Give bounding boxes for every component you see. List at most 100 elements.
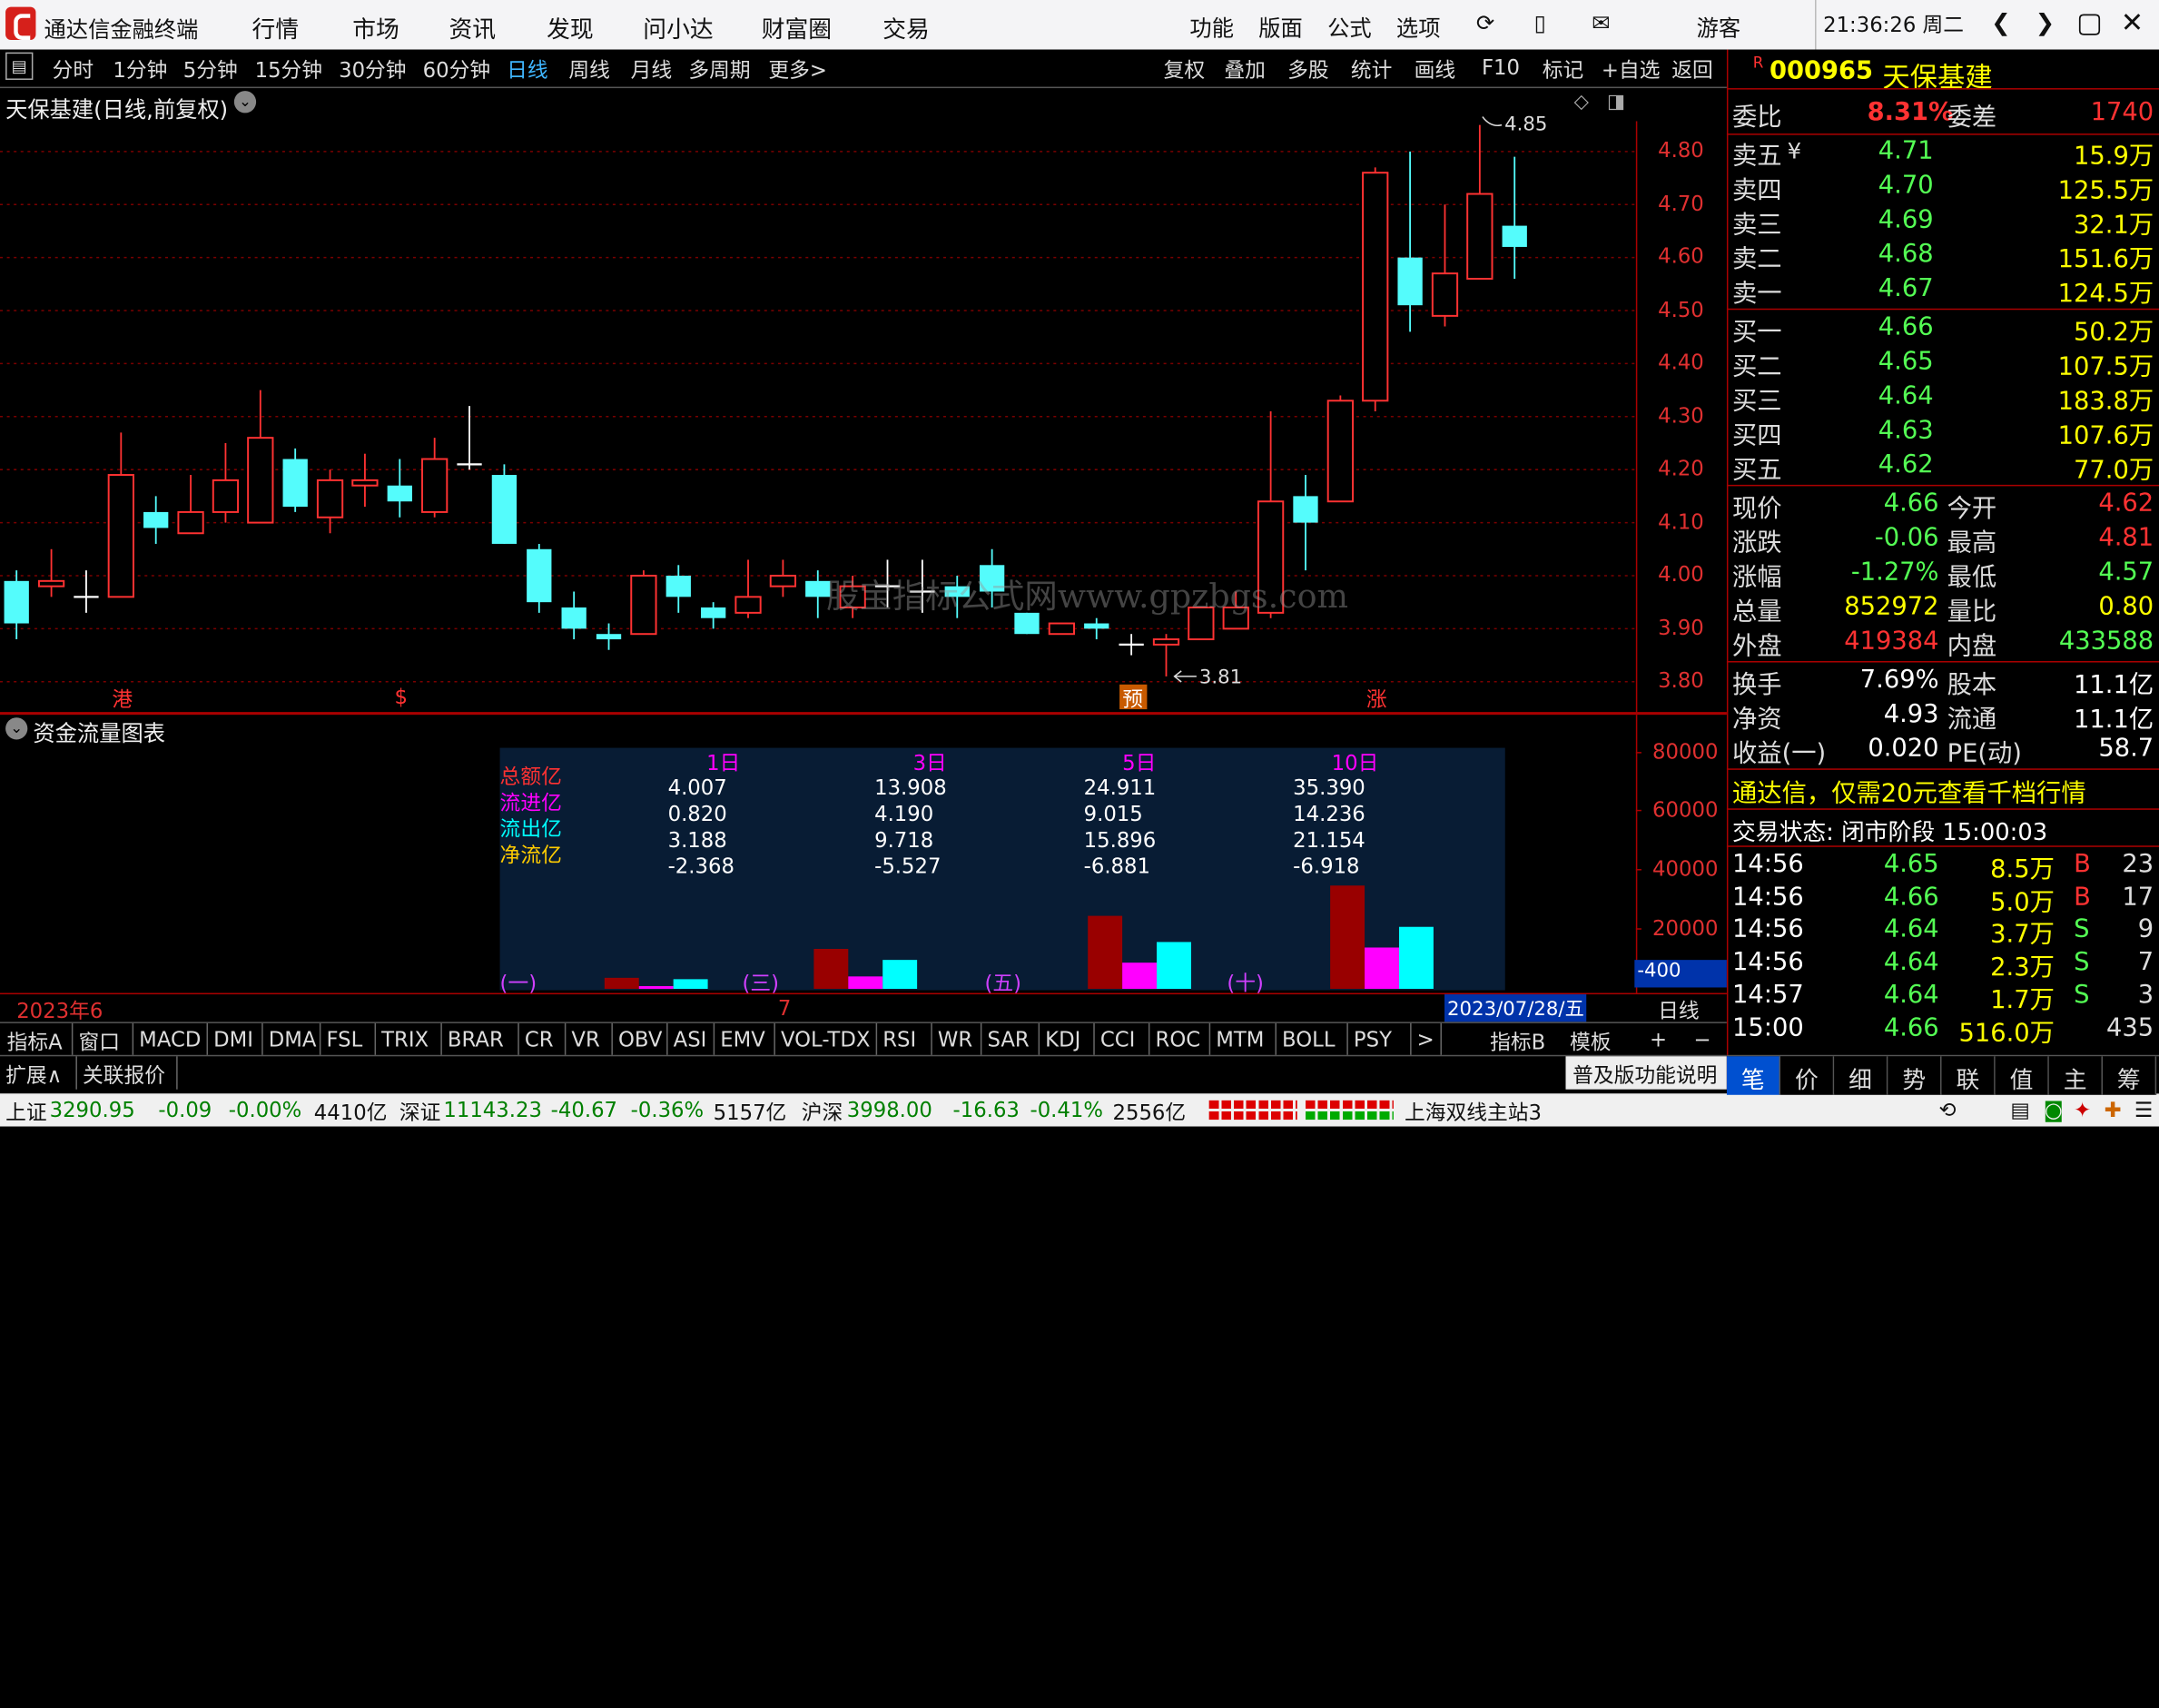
btn-fuquan[interactable]: 复权 <box>1164 55 1206 84</box>
period-60min[interactable]: 60分钟 <box>423 55 490 84</box>
event-marker[interactable]: 港 <box>109 685 136 712</box>
menu-zixun[interactable]: 资讯 <box>449 10 496 44</box>
tab-right[interactable]: 指标B <box>1490 1027 1545 1056</box>
refresh-icon[interactable]: ⟳ <box>1476 10 1494 36</box>
tab-dmi[interactable]: DMI <box>213 1027 253 1051</box>
btn-tongji[interactable]: 统计 <box>1351 55 1393 84</box>
btn-biaoji[interactable]: 标记 <box>1543 55 1584 84</box>
chat-icon[interactable]: ◙ <box>2044 1098 2064 1122</box>
quote-tab[interactable]: 价 <box>1780 1056 1835 1095</box>
quote-tab[interactable]: 笔 <box>1726 1056 1781 1095</box>
menu-banmian[interactable]: 版面 <box>1258 10 1303 43</box>
btn-huaxian[interactable]: 画线 <box>1415 55 1456 84</box>
sync-icon[interactable]: ⟲ <box>1939 1098 1957 1122</box>
tab-extend[interactable]: 扩展∧ <box>5 1061 62 1090</box>
calendar-icon[interactable]: ▤ <box>2010 1098 2030 1122</box>
btn-fanhui[interactable]: 返回 <box>1671 55 1713 84</box>
server-label[interactable]: 上海双线主站3 <box>1405 1098 1542 1127</box>
tab-fsl[interactable]: FSL <box>326 1027 362 1051</box>
menu-hangqing[interactable]: 行情 <box>252 10 300 44</box>
period-15min[interactable]: 15分钟 <box>255 55 322 84</box>
market-breadth-icon[interactable] <box>1208 1100 1395 1121</box>
tab-psy[interactable]: PSY <box>1354 1027 1392 1051</box>
tab-cr[interactable]: CR <box>525 1027 554 1051</box>
event-marker[interactable]: 涨 <box>1363 685 1390 712</box>
tab-obv[interactable]: OBV <box>618 1027 662 1051</box>
tab-cci[interactable]: CCI <box>1100 1027 1135 1051</box>
help-link[interactable]: 普及版功能说明 <box>1572 1061 1717 1090</box>
menu-wenxiaoda[interactable]: 问小达 <box>643 10 713 44</box>
menu-jiaoyi[interactable]: 交易 <box>882 10 930 44</box>
chevron-down-icon[interactable]: ⌄ <box>5 717 28 740</box>
tab-macd[interactable]: MACD <box>139 1027 201 1051</box>
user-label[interactable]: 游客 <box>1697 10 1741 43</box>
bell-icon[interactable]: ✦ <box>2074 1098 2091 1122</box>
menu-gongshi[interactable]: 公式 <box>1327 10 1372 43</box>
btn-zixuan[interactable]: +自选 <box>1602 55 1661 84</box>
period-1min[interactable]: 1分钟 <box>113 55 167 84</box>
tab-brar[interactable]: BRAR <box>448 1027 504 1051</box>
menu-faxian[interactable]: 发现 <box>547 10 594 44</box>
back-arrow-icon[interactable]: ❮ <box>1991 10 2011 37</box>
tab-dma[interactable]: DMA <box>269 1027 317 1051</box>
menu-caifuquan[interactable]: 财富圈 <box>762 10 832 44</box>
quote-tab[interactable]: 势 <box>1888 1056 1942 1095</box>
quote-tab[interactable]: 主 <box>2048 1056 2104 1095</box>
flow-title: 资金流量图表 <box>33 720 166 747</box>
period-fenshi[interactable]: 分时 <box>53 55 94 84</box>
grid-icon[interactable]: ▤ <box>5 52 34 80</box>
tab-emv[interactable]: EMV <box>720 1027 765 1051</box>
tab-voltdx[interactable]: VOL-TDX <box>781 1027 870 1051</box>
sz-label[interactable]: 深证 <box>399 1098 441 1127</box>
period-30min[interactable]: 30分钟 <box>339 55 406 84</box>
event-marker[interactable]: $ <box>388 685 415 709</box>
quote-tab[interactable]: 细 <box>1834 1056 1888 1095</box>
tab-right[interactable]: − <box>1694 1027 1711 1051</box>
hs-label[interactable]: 沪深 <box>802 1098 843 1127</box>
btn-duogu[interactable]: 多股 <box>1287 55 1329 84</box>
kline-chart[interactable]: 4.85 3.81 <box>0 88 1639 715</box>
tab-[interactable]: 窗口 <box>78 1027 120 1056</box>
menu-xuanxiang[interactable]: 选项 <box>1396 10 1441 43</box>
period-daily[interactable]: 日线 <box>507 55 548 84</box>
tab-asi[interactable]: ASI <box>674 1027 707 1051</box>
quote-tab[interactable]: 值 <box>1995 1056 2049 1095</box>
tab-divider <box>261 1022 263 1057</box>
tab-[interactable]: > <box>1417 1027 1434 1051</box>
period-indicator[interactable]: 日线 <box>1658 996 1700 1025</box>
tab-rsi[interactable]: RSI <box>882 1027 916 1051</box>
tab-roc[interactable]: ROC <box>1156 1027 1201 1051</box>
period-weekly[interactable]: 周线 <box>568 55 610 84</box>
tab-boll[interactable]: BOLL <box>1282 1027 1335 1051</box>
menu-shichang[interactable]: 市场 <box>352 10 399 44</box>
tab-right[interactable]: 模板 <box>1570 1027 1612 1056</box>
period-5min[interactable]: 5分钟 <box>183 55 238 84</box>
tab-mtm[interactable]: MTM <box>1216 1027 1264 1051</box>
quote-tab[interactable]: 联 <box>1941 1056 1996 1095</box>
maximize-icon[interactable]: ▢ <box>2076 5 2103 38</box>
quote-tab[interactable]: 筹 <box>2103 1056 2157 1095</box>
tool-icon[interactable]: ✚ <box>2105 1098 2122 1122</box>
tab-trix[interactable]: TRIX <box>381 1027 429 1051</box>
mail-icon[interactable]: ✉ <box>1592 10 1610 36</box>
tab-right[interactable]: + <box>1650 1027 1667 1051</box>
phone-icon[interactable]: ▯ <box>1534 10 1546 36</box>
sh-label[interactable]: 上证 <box>5 1098 47 1127</box>
close-icon[interactable]: ✕ <box>2121 5 2144 38</box>
ad-link[interactable]: 通达信，仅需20元查看千档行情 <box>1732 774 2086 809</box>
period-monthly[interactable]: 月线 <box>631 55 673 84</box>
settings-icon[interactable]: ☰ <box>2134 1098 2153 1122</box>
tab-a[interactable]: 指标A <box>7 1027 63 1056</box>
period-more[interactable]: 更多> <box>768 55 827 84</box>
btn-diejia[interactable]: 叠加 <box>1224 55 1266 84</box>
tab-related-quotes[interactable]: 关联报价 <box>83 1061 165 1090</box>
tab-wr[interactable]: WR <box>938 1027 972 1051</box>
menu-gongneng[interactable]: 功能 <box>1189 10 1234 43</box>
period-multi[interactable]: 多周期 <box>688 55 750 84</box>
event-marker[interactable]: 预 <box>1119 684 1147 712</box>
tab-sar[interactable]: SAR <box>987 1027 1029 1051</box>
forward-arrow-icon[interactable]: ❯ <box>2036 10 2055 37</box>
tab-kdj[interactable]: KDJ <box>1045 1027 1080 1051</box>
btn-f10[interactable]: F10 <box>1482 55 1520 80</box>
tab-vr[interactable]: VR <box>571 1027 599 1051</box>
